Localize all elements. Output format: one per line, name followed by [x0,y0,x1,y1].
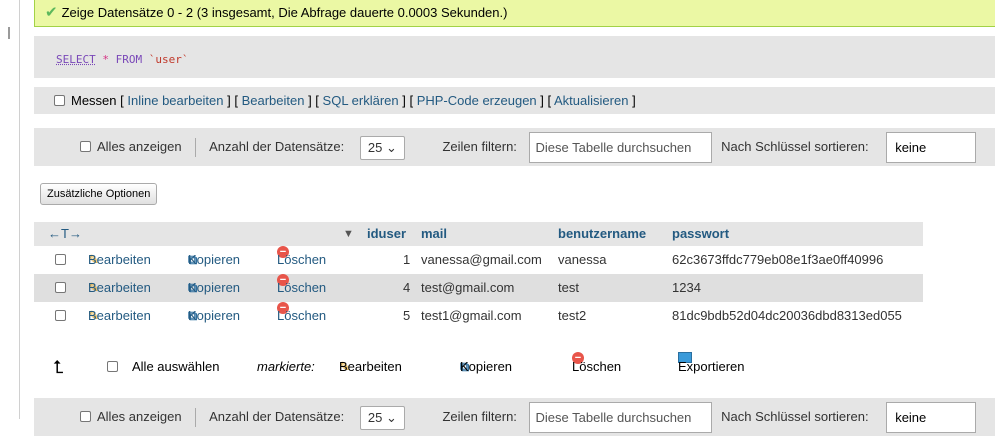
cell-passwort[interactable]: 81dc9bdb52d04dc20036dbd8313ed055 [672,302,902,330]
explain-sql-link[interactable]: SQL erklären [323,93,399,108]
extra-options-button[interactable]: Zusätzliche Optionen [40,183,158,205]
checkmark-icon: ✔ [45,4,58,21]
filter-label: Zeilen filtern: [442,139,517,154]
cell-iduser[interactable]: 1 [403,246,410,274]
filter-label: Zeilen filtern: [442,409,517,424]
query-links-bar: Messen [ Inline bearbeiten ] [ Bearbeite… [34,87,995,114]
show-all-checkbox[interactable] [80,141,91,153]
copy-label: Kopieren [188,280,241,295]
filter-input[interactable]: Diese Tabelle durchsuchen [528,132,712,164]
bulk-export-label: Exportieren [678,359,745,374]
select-all-label[interactable]: Alle auswählen [132,352,219,382]
row-checkbox[interactable] [55,254,66,265]
cell-passwort[interactable]: 62c3673ffdc779eb08e1f3ae0ff40996 [672,246,883,274]
edit-label: Bearbeiten [88,252,151,267]
row-checkbox[interactable] [55,282,66,293]
cell-benutzername[interactable]: test2 [558,302,586,330]
copy-label: Kopieren [188,308,241,323]
show-all-checkbox[interactable] [80,411,91,423]
divider [195,138,197,158]
refresh-link[interactable]: Aktualisieren [554,93,628,108]
select-all-checkbox[interactable] [107,361,118,372]
show-all-label: Alles anzeigen [97,139,182,154]
profiling-checkbox[interactable] [54,95,65,107]
sql-query-box[interactable]: SELECT * FROM `user` [34,36,995,78]
edit-label: Bearbeiten [88,308,151,323]
table-row: ✎ Bearbeiten ⧉ Kopieren − Löschen 5 test… [34,302,923,330]
sort-label: Nach Schlüssel sortieren: [721,139,869,154]
cell-mail[interactable]: test1@gmail.com [421,302,522,330]
column-header-benutzername[interactable]: benutzername [558,222,646,246]
rows-count-label: Anzahl der Datensätze: [209,139,345,154]
column-arrows-icon[interactable]: ←T→ [48,222,82,246]
sql-keyword-from: FROM [115,53,143,66]
chevron-down-icon: ⌄ [385,409,397,425]
rows-count-select[interactable]: 25 ⌄ [359,405,405,430]
inline-edit-link[interactable]: Inline bearbeiten [127,93,223,108]
success-text: Zeige Datensätze 0 - 2 (3 insgesamt, Die… [61,5,508,20]
cell-iduser[interactable]: 5 [403,302,410,330]
arrow-up-icon: ⮤ [53,357,64,377]
cell-mail[interactable]: vanessa@gmail.com [421,246,542,274]
navigation-bar-top: Alles anzeigen Anzahl der Datensätze: 25… [34,128,995,166]
php-code-link[interactable]: PHP-Code erzeugen [417,93,537,108]
delete-label: Löschen [277,308,327,323]
sql-table-name: `user` [148,53,189,66]
rows-count-value: 25 [367,139,383,155]
delete-label: Löschen [277,280,327,295]
column-header-mail[interactable]: mail [421,222,447,246]
success-message: ✔ Zeige Datensätze 0 - 2 (3 insgesamt, Di… [34,0,995,27]
sort-label: Nach Schlüssel sortieren: [721,409,869,424]
edit-label: Bearbeiten [88,280,151,295]
rows-count-value: 25 [367,409,383,425]
results-table: ←T→ ▼ iduser mail benutzername passwort … [34,222,923,330]
navigation-bar-bottom: Alles anzeigen Anzahl der Datensätze: 25… [34,398,995,436]
divider [195,408,197,428]
table-row: ✎ Bearbeiten ⧉ Kopieren − Löschen 1 vane… [34,246,923,274]
bulk-copy-label: Kopieren [460,359,513,374]
bulk-actions-bar: ⮤ Alle auswählen markierte: ✎ Bearbeiten… [34,352,934,382]
sort-select[interactable]: keine [886,402,977,434]
table-row: ✎ Bearbeiten ⧉ Kopieren − Löschen 4 test… [34,274,923,302]
marked-label: markierte: [257,359,315,374]
cell-mail[interactable]: test@gmail.com [421,274,514,302]
rows-count-select[interactable]: 25 ⌄ [359,135,405,160]
bulk-delete-label: Löschen [572,359,622,374]
edit-query-link[interactable]: Bearbeiten [242,93,305,108]
sort-select[interactable]: keine [886,132,977,164]
sort-arrow-icon[interactable]: ▼ [343,222,354,246]
profiling-label: Messen [71,93,117,108]
cell-benutzername[interactable]: test [558,274,579,302]
bulk-edit-label: Bearbeiten [339,359,402,374]
table-header: ←T→ ▼ iduser mail benutzername passwort [34,222,923,246]
column-header-passwort[interactable]: passwort [672,222,729,246]
cell-passwort[interactable]: 1234 [672,274,701,302]
copy-label: Kopieren [188,252,241,267]
sql-star: * [102,53,109,66]
column-header-iduser[interactable]: iduser [367,222,406,246]
sql-keyword-select[interactable]: SELECT [56,53,96,66]
cell-benutzername[interactable]: vanessa [558,246,606,274]
row-checkbox[interactable] [55,310,66,321]
filter-input[interactable]: Diese Tabelle durchsuchen [528,402,712,434]
delete-label: Löschen [277,252,327,267]
rows-count-label: Anzahl der Datensätze: [209,409,345,424]
resize-handle[interactable] [8,27,10,39]
navigation-panel-edge [0,0,20,419]
show-all-label: Alles anzeigen [97,409,182,424]
cell-iduser[interactable]: 4 [403,274,410,302]
chevron-down-icon: ⌄ [385,139,397,155]
